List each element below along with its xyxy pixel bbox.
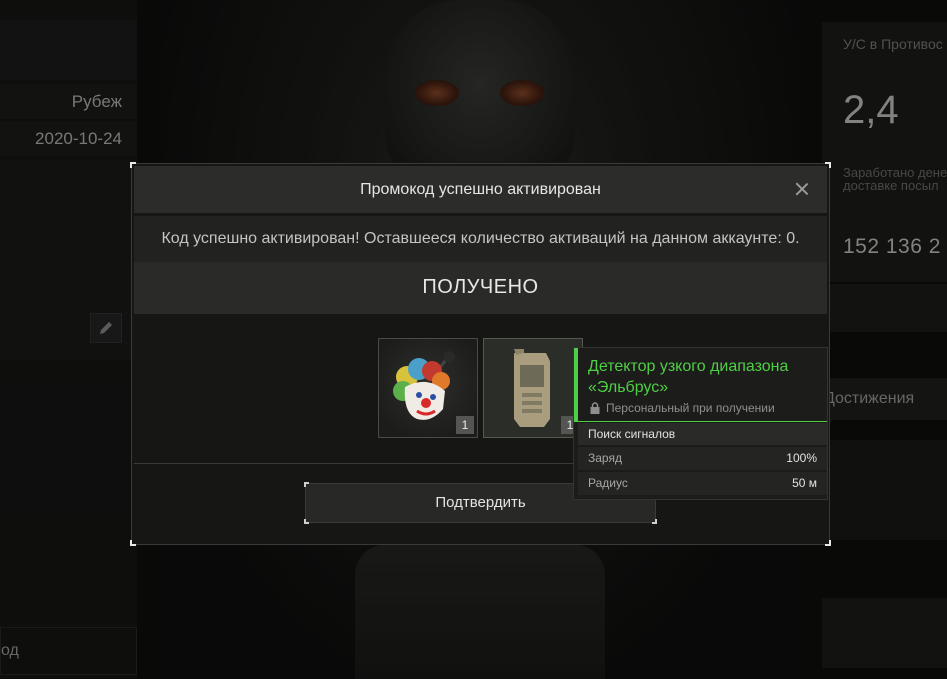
item-tooltip: Детектор узкого диапазона «Эльбрус» Перс… (573, 347, 828, 500)
tooltip-title: Детектор узкого диапазона «Эльбрус» (588, 358, 789, 396)
stat-row-charge: Заряд 100% (578, 446, 827, 470)
dialog-header: Промокод успешно активирован (134, 166, 827, 213)
tooltip-divider (578, 421, 827, 422)
stat-row-radius: Радиус 50 м (578, 471, 827, 495)
reward-item-detector[interactable]: 1 (483, 338, 583, 438)
dialog-title: Промокод успешно активирован (360, 181, 601, 198)
received-heading: ПОЛУЧЕНО (134, 262, 827, 314)
close-icon[interactable] (793, 180, 811, 198)
tooltip-accent-bar (574, 348, 578, 422)
item-count-badge: 1 (456, 416, 474, 434)
lock-icon (590, 402, 600, 414)
tooltip-section-title: Поиск сигналов (578, 423, 827, 445)
reward-item-clown-mask[interactable]: 1 (378, 338, 478, 438)
personal-note: Персональный при получении (590, 401, 775, 415)
dialog-message: Код успешно активирован! Оставшееся коли… (134, 216, 827, 262)
confirm-button-label: Подтвердить (435, 494, 526, 511)
